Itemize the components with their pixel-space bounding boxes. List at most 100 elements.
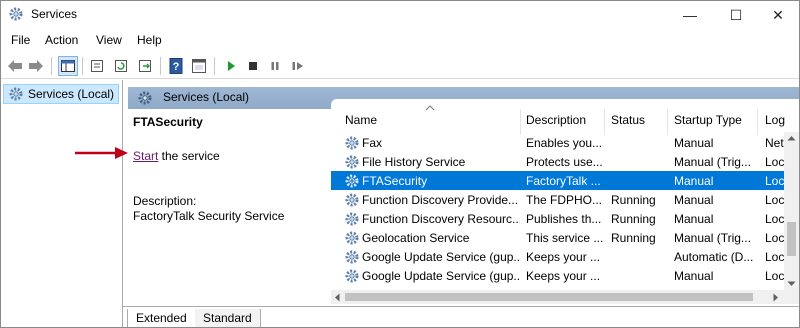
description-label: Description: [133, 194, 197, 208]
forward-arrow-icon[interactable] [26, 56, 46, 76]
cell-name: Geolocation Service [362, 231, 470, 245]
table-row[interactable]: Google Update Service (gup... Keeps your… [331, 247, 786, 266]
column-header-startup-type[interactable]: Startup Type [674, 113, 742, 127]
cell-name: Function Discovery Resourc... [362, 212, 520, 226]
column-header-description[interactable]: Description [526, 113, 586, 127]
minimize-button[interactable]: — [667, 1, 713, 29]
console-icon[interactable] [189, 56, 209, 76]
cell-name: File History Service [362, 155, 466, 169]
cell-logon: Loc [765, 193, 785, 207]
table-row[interactable]: Google Update Service (gup... Keeps your… [331, 266, 786, 285]
start-service-link[interactable]: Start [133, 149, 158, 163]
service-gear-icon [345, 174, 359, 188]
properties-icon[interactable] [87, 56, 107, 76]
close-button[interactable]: ✕ [755, 1, 799, 29]
tab-standard[interactable]: Standard [195, 309, 261, 327]
cell-logon: Loc [765, 250, 785, 264]
cell-name: Google Update Service (gup... [362, 269, 520, 283]
cell-description: Publishes th... [526, 212, 602, 226]
table-row-selected[interactable]: FTASecurity FactoryTalk ... Manual Loc [331, 171, 786, 190]
start-service-line: Start the service [133, 149, 220, 163]
description-text: FactoryTalk Security Service [133, 209, 285, 223]
cell-description: Keeps your ... [526, 250, 601, 264]
cell-logon: Loc [765, 269, 785, 283]
tree-item-services-local[interactable]: Services (Local) [3, 84, 119, 104]
cell-status: Running [611, 193, 656, 207]
cell-name: FTASecurity [362, 174, 428, 188]
table-row[interactable]: Geolocation Service This service ... Run… [331, 228, 786, 247]
services-gear-icon [138, 91, 152, 105]
panel-header-title: Services (Local) [163, 90, 250, 104]
cell-description: Enables you... [526, 136, 603, 150]
table-row[interactable]: File History Service Protects use... Man… [331, 152, 786, 171]
services-gear-icon [9, 87, 23, 101]
pause-service-icon[interactable] [265, 56, 285, 76]
scroll-up-icon[interactable] [787, 135, 796, 141]
column-header-logon[interactable]: Log [765, 113, 785, 127]
menu-action[interactable]: Action [45, 33, 78, 47]
service-gear-icon [345, 155, 359, 169]
table-row[interactable]: Function Discovery Resourc... Publishes … [331, 209, 786, 228]
cell-logon: Loc [765, 212, 785, 226]
service-gear-icon [345, 136, 359, 150]
cell-startup-type: Automatic (D... [674, 250, 754, 264]
cell-logon: Loc [765, 155, 785, 169]
scroll-left-icon[interactable] [334, 293, 340, 302]
start-service-icon[interactable] [221, 56, 241, 76]
cell-description: The FDPHO... [526, 193, 603, 207]
vertical-scroll-thumb[interactable] [787, 222, 796, 256]
cell-name: Google Update Service (gup... [362, 250, 520, 264]
console-tree: Services (Local) [1, 80, 123, 327]
view-tabs: Extended Standard [123, 306, 799, 327]
annotation-arrow [75, 147, 128, 159]
cell-startup-type: Manual [674, 174, 714, 188]
cell-name: Function Discovery Provide... [362, 193, 519, 207]
menu-bar: File Action View Help [1, 30, 799, 52]
column-header-name[interactable]: Name [345, 113, 377, 127]
table-row[interactable]: Fax Enables you... Manual Net [331, 133, 786, 152]
sort-ascending-icon [425, 105, 435, 111]
cell-startup-type: Manual [674, 193, 714, 207]
help-icon[interactable]: ? [166, 56, 186, 76]
restart-service-icon[interactable] [288, 56, 308, 76]
export-list-icon[interactable] [135, 56, 155, 76]
horizontal-scrollbar[interactable] [331, 290, 799, 304]
column-header-status[interactable]: Status [611, 113, 645, 127]
service-gear-icon [345, 193, 359, 207]
services-gear-icon [9, 7, 23, 21]
cell-description: Protects use... [526, 155, 603, 169]
menu-file[interactable]: File [11, 33, 30, 47]
cell-logon: Loc [765, 174, 785, 188]
cell-name: Fax [362, 136, 383, 150]
service-gear-icon [345, 231, 359, 245]
refresh-icon[interactable] [111, 56, 131, 76]
scroll-right-icon[interactable] [773, 293, 779, 302]
cell-status: Running [611, 212, 656, 226]
cell-startup-type: Manual [674, 212, 714, 226]
service-gear-icon [345, 250, 359, 264]
services-list: Name Description Status Startup Type Log… [331, 99, 799, 303]
vertical-scrollbar[interactable] [784, 132, 799, 290]
table-row[interactable]: Function Discovery Provide... The FDPHO.… [331, 190, 786, 209]
detail-pane: FTASecurity Start the service Descriptio… [128, 109, 331, 307]
services-window: Services — ☐ ✕ File Action View Help ? S… [0, 0, 800, 328]
cell-startup-type: Manual [674, 136, 714, 150]
cell-status: Running [611, 231, 656, 245]
maximize-button[interactable]: ☐ [713, 1, 759, 29]
selected-service-name: FTASecurity [133, 115, 203, 129]
cell-logon: Loc [765, 231, 785, 245]
cell-startup-type: Manual (Trig... [674, 155, 751, 169]
tab-extended[interactable]: Extended [127, 309, 196, 327]
stop-service-icon[interactable] [243, 56, 263, 76]
menu-help[interactable]: Help [137, 33, 162, 47]
cell-description: Keeps your ... [526, 269, 601, 283]
cell-startup-type: Manual [674, 269, 714, 283]
service-gear-icon [345, 212, 359, 226]
show-hide-tree-icon[interactable] [58, 56, 78, 76]
horizontal-scroll-thumb[interactable] [345, 293, 753, 301]
menu-view[interactable]: View [96, 33, 122, 47]
list-header: Name Description Status Startup Type Log [331, 99, 799, 136]
back-arrow-icon[interactable] [5, 56, 25, 76]
title-bar: Services — ☐ ✕ [1, 1, 799, 29]
scroll-down-icon[interactable] [787, 281, 796, 287]
